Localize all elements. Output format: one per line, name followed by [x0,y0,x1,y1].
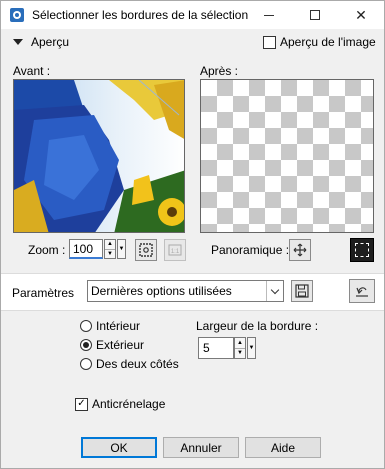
chevron-down-icon: ▼ [118,246,125,252]
border-width-label: Largeur de la bordure : [196,319,319,333]
pan-button[interactable] [289,239,311,261]
after-preview[interactable] [200,79,374,233]
exterior-label: Extérieur [96,338,145,352]
window-title: Sélectionner les bordures de la sélectio… [32,8,249,22]
zoom-input[interactable]: 100 [69,239,103,259]
move-icon [293,243,307,257]
preview-toggle-label: Aperçu [31,35,70,49]
border-width-dropdown-button[interactable]: ▼ [247,337,256,359]
app-icon [10,8,24,22]
border-width-spinner[interactable]: ▲ ▼ [234,337,246,359]
minimize-button[interactable] [246,1,292,29]
interior-radio[interactable]: Intérieur [80,319,140,333]
reset-icon [356,287,368,297]
both-sides-label: Des deux côtés [96,357,179,371]
pan-label: Panoramique : [211,243,290,257]
chevron-down-icon: ▼ [248,345,255,351]
zoom-fit-icon [139,243,153,257]
after-label: Après : [200,64,239,78]
parameters-label: Paramètres [12,286,75,300]
exterior-radio[interactable]: Extérieur [80,338,144,352]
checkbox-checked: ✓ [75,397,88,411]
cancel-button[interactable]: Annuler [163,437,239,458]
preview-on-image-label: Aperçu de l'image [280,35,376,49]
close-button[interactable]: ✕ [338,1,384,29]
spin-down-icon[interactable]: ▼ [235,347,245,359]
svg-text:1:1: 1:1 [171,249,180,255]
zoom-label: Zoom : [28,243,66,257]
actual-size-icon: 1:1 [168,244,182,256]
save-icon [295,284,309,298]
antialias-checkbox[interactable]: ✓ Anticrénelage [75,397,165,411]
dialog-window: Sélectionner les bordures de la sélectio… [0,0,385,469]
save-preset-button[interactable] [291,280,313,302]
minimize-icon [264,14,274,16]
maximize-button[interactable] [292,1,338,29]
selection-preview-button[interactable] [350,238,374,262]
spin-up-icon[interactable]: ▲ [105,240,115,249]
spin-up-icon[interactable]: ▲ [235,338,245,348]
checkbox-box [263,35,276,49]
before-preview-image [14,80,184,232]
help-button[interactable]: Aide [245,437,321,458]
preset-value: Dernières options utilisées [91,284,232,298]
preview-toggle[interactable]: Aperçu [13,35,69,49]
border-width-input[interactable]: 5 [198,337,234,359]
preview-on-image-checkbox[interactable]: Aperçu de l'image [263,35,376,49]
interior-label: Intérieur [96,319,141,333]
title-bar[interactable]: Sélectionner les bordures de la sélectio… [1,1,384,29]
zoom-spinner[interactable]: ▲ ▼ [104,239,116,259]
before-preview[interactable] [13,79,185,233]
selection-marquee-icon [355,243,369,257]
spin-down-icon[interactable]: ▼ [105,248,115,259]
radio-circle-selected [80,339,92,351]
before-label: Avant : [13,64,51,78]
both-sides-radio[interactable]: Des deux côtés [80,357,179,371]
ok-button[interactable]: OK [81,437,157,458]
close-icon: ✕ [355,6,367,23]
preset-dropdown[interactable]: Dernières options utilisées [87,280,284,302]
zoom-dropdown-button[interactable]: ▼ [117,239,126,259]
radio-circle [80,358,92,370]
dropdown-arrow-icon [266,281,283,301]
antialias-label: Anticrénelage [92,397,166,411]
collapse-triangle-icon [13,39,23,45]
reset-button[interactable] [349,279,375,303]
zoom-fit-button[interactable] [135,239,157,261]
radio-circle [80,320,92,332]
zoom-actual-size-button[interactable]: 1:1 [164,239,186,261]
maximize-icon [310,10,320,20]
